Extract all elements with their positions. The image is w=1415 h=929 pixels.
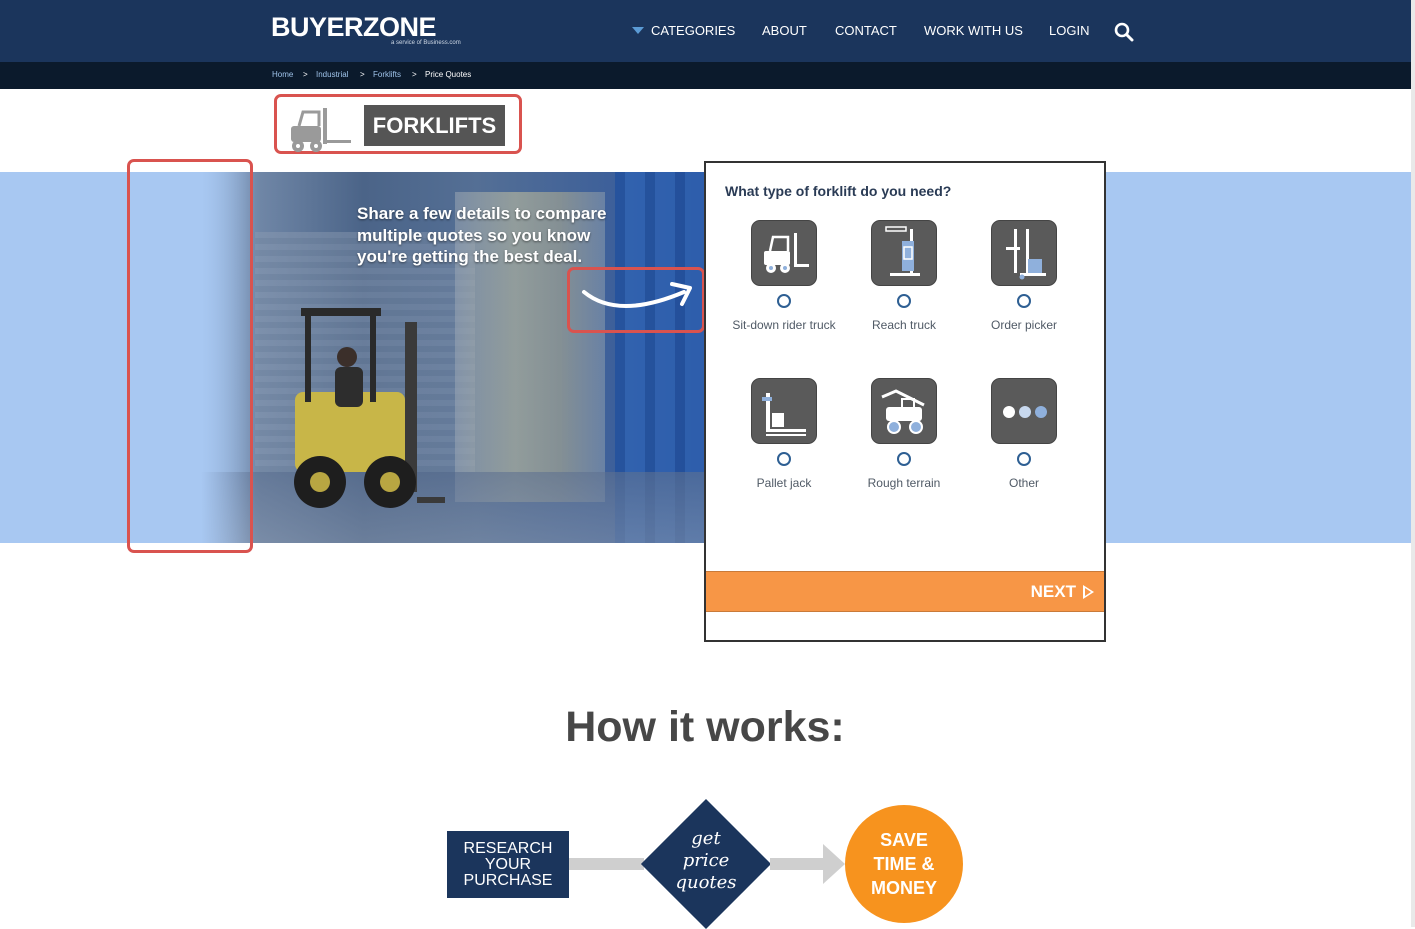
arrow-right-icon bbox=[823, 844, 845, 884]
highlight-box-left bbox=[127, 159, 253, 553]
option-label[interactable]: Other bbox=[954, 476, 1094, 490]
option-radio[interactable] bbox=[1017, 294, 1031, 308]
nav-categories[interactable]: CATEGORIES bbox=[651, 22, 735, 40]
breadcrumb-current: Price Quotes bbox=[425, 70, 472, 79]
hero-tagline-line: multiple quotes so you know bbox=[357, 225, 591, 245]
buyerzone-logo[interactable]: BUYERZONE a service of Business.com bbox=[271, 12, 461, 46]
nav-work-with-us[interactable]: WORK WITH US bbox=[924, 22, 1023, 40]
breadcrumb-separator: > bbox=[360, 70, 365, 79]
option-radio[interactable] bbox=[897, 452, 911, 466]
next-button-label: NEXT bbox=[1030, 582, 1076, 601]
step-save-time-money: SAVE TIME & MONEY bbox=[845, 805, 963, 923]
step-text: YOUR bbox=[484, 855, 532, 873]
form-question: What type of forklift do you need? bbox=[725, 183, 952, 199]
step-text: quotes bbox=[675, 872, 737, 893]
order-picker-icon bbox=[1006, 229, 1046, 280]
rough-terrain-icon bbox=[881, 389, 925, 434]
breadcrumb-industrial[interactable]: Industrial bbox=[316, 70, 348, 80]
hero-tagline-line: Share a few details to compare bbox=[357, 204, 607, 223]
next-button[interactable]: NEXT bbox=[706, 571, 1104, 612]
step-research-your-purchase: RESEARCH YOUR PURCHASE bbox=[447, 831, 569, 898]
scrollbar[interactable] bbox=[1411, 0, 1415, 927]
search-icon[interactable] bbox=[1114, 22, 1134, 42]
step-text: get bbox=[691, 828, 721, 849]
chevron-down-icon[interactable] bbox=[632, 27, 644, 34]
option-radio[interactable] bbox=[897, 294, 911, 308]
option-radio[interactable] bbox=[1017, 452, 1031, 466]
step-text: RESEARCH bbox=[463, 839, 553, 857]
step-text: MONEY bbox=[870, 878, 937, 898]
step-text: PURCHASE bbox=[463, 871, 553, 889]
page-title: FORKLIFTS bbox=[364, 105, 505, 146]
option-order-picker[interactable] bbox=[991, 220, 1057, 286]
nav-contact[interactable]: CONTACT bbox=[835, 22, 897, 40]
option-radio[interactable] bbox=[777, 294, 791, 308]
breadcrumb bbox=[0, 62, 1415, 89]
forklift-operator-image bbox=[294, 308, 445, 508]
breadcrumb-separator: > bbox=[303, 70, 308, 79]
step-text: price bbox=[682, 850, 730, 871]
how-it-works-title: How it works: bbox=[565, 703, 845, 751]
breadcrumb-home[interactable]: Home bbox=[272, 70, 293, 80]
option-sit-down-rider-truck[interactable] bbox=[751, 220, 817, 286]
option-reach-truck[interactable] bbox=[871, 220, 937, 286]
step-text: SAVE bbox=[880, 830, 928, 850]
sit-down-forklift-icon bbox=[764, 233, 809, 273]
hero-tagline: Share a few details to compare multiple … bbox=[357, 203, 647, 268]
option-label[interactable]: Pallet jack bbox=[714, 476, 854, 490]
option-label[interactable]: Sit-down rider truck bbox=[714, 318, 854, 332]
pallet-jack-icon bbox=[762, 393, 806, 436]
hero-tagline-line: you're getting the best deal. bbox=[357, 247, 583, 266]
option-radio[interactable] bbox=[777, 452, 791, 466]
reach-truck-icon bbox=[885, 226, 920, 276]
option-label[interactable]: Order picker bbox=[954, 318, 1094, 332]
nav-login[interactable]: LOGIN bbox=[1049, 22, 1089, 40]
logo-text: BUYERZONE bbox=[271, 12, 437, 42]
step-text: TIME & bbox=[873, 854, 935, 874]
option-pallet-jack[interactable] bbox=[751, 378, 817, 444]
step-connector bbox=[770, 858, 828, 870]
more-dots-icon bbox=[1003, 406, 1047, 418]
nav-about[interactable]: ABOUT bbox=[762, 22, 807, 40]
option-label[interactable]: Rough terrain bbox=[834, 476, 974, 490]
breadcrumb-separator: > bbox=[412, 70, 417, 79]
play-arrow-icon bbox=[1083, 585, 1094, 599]
logo-subtext: a service of Business.com bbox=[391, 40, 461, 46]
step-connector bbox=[569, 858, 644, 870]
highlight-box-arrow bbox=[567, 267, 705, 333]
breadcrumb-forklifts[interactable]: Forklifts bbox=[373, 70, 401, 80]
forklift-icon bbox=[291, 108, 351, 152]
step-get-price-quotes: get price quotes bbox=[660, 828, 752, 894]
option-label[interactable]: Reach truck bbox=[834, 318, 974, 332]
option-rough-terrain[interactable] bbox=[871, 378, 937, 444]
option-other[interactable] bbox=[991, 378, 1057, 444]
